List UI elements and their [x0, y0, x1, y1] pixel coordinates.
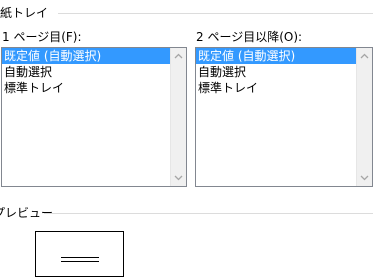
first-page-listbox-scrollbar[interactable] [170, 48, 186, 186]
first-page-tray-option-standard[interactable]: 標準トレイ [2, 80, 170, 96]
first-page-tray-option-auto[interactable]: 自動選択 [2, 64, 170, 80]
first-page-tray-listbox[interactable]: 既定値 (自動選択) 自動選択 標準トレイ [1, 47, 187, 187]
chevron-up-icon [360, 53, 369, 59]
other-pages-tray-listbox[interactable]: 既定値 (自動選択) 自動選択 標準トレイ [195, 47, 373, 187]
other-pages-listbox-scrollbar[interactable] [356, 48, 372, 186]
chevron-up-icon [174, 53, 183, 59]
other-pages-tray-option-default[interactable]: 既定値 (自動選択) [196, 48, 356, 64]
preview-text-line [61, 257, 99, 258]
other-pages-tray-option-auto[interactable]: 自動選択 [196, 64, 356, 80]
first-page-label: 1 ページ目(F): [2, 30, 82, 44]
other-pages-scroll-down-button[interactable] [357, 170, 372, 186]
paper-tray-section-label: 用紙トレイ [0, 6, 49, 20]
preview-text-line [61, 261, 99, 262]
page-preview [35, 231, 124, 277]
other-pages-scroll-up-button[interactable] [357, 48, 372, 64]
other-pages-tray-option-standard[interactable]: 標準トレイ [196, 80, 356, 96]
chevron-down-icon [360, 175, 369, 181]
first-page-scroll-up-button[interactable] [171, 48, 186, 64]
preview-separator [44, 213, 373, 214]
paper-tray-separator [58, 13, 373, 14]
first-page-tray-option-default[interactable]: 既定値 (自動選択) [2, 48, 170, 64]
other-pages-label: 2 ページ目以降(O): [196, 30, 303, 44]
first-page-scroll-down-button[interactable] [171, 170, 186, 186]
chevron-down-icon [174, 175, 183, 181]
